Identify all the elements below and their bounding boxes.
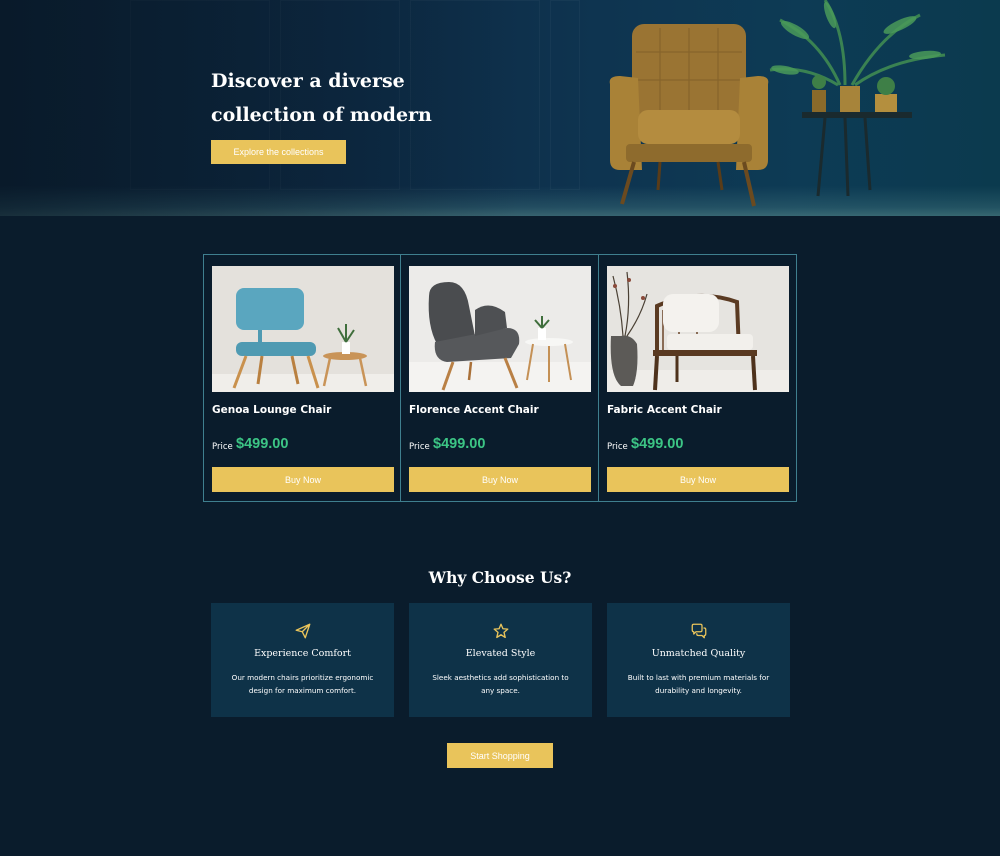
start-shopping-button[interactable]: Start Shopping bbox=[447, 743, 553, 768]
hero-title-line1: Discover a diverse bbox=[211, 70, 405, 92]
chat-bubbles-icon bbox=[691, 623, 706, 639]
buy-now-button[interactable]: Buy Now bbox=[212, 467, 394, 492]
explore-collections-button[interactable]: Explore the collections bbox=[211, 140, 346, 164]
star-icon bbox=[493, 623, 508, 639]
product-card: Florence Accent Chair Price $499.00 Buy … bbox=[401, 254, 599, 502]
feature-title: Elevated Style bbox=[465, 648, 536, 659]
product-card: Fabric Accent Chair Price $499.00 Buy No… bbox=[599, 254, 797, 502]
buy-now-button[interactable]: Buy Now bbox=[409, 467, 591, 492]
product-grid: Genoa Lounge Chair Price $499.00 Buy Now bbox=[203, 254, 797, 502]
price-label: Price bbox=[607, 442, 628, 452]
armchair-plant-illustration bbox=[609, 0, 946, 207]
product-name[interactable]: Fabric Accent Chair bbox=[607, 404, 722, 416]
feature-description: Sleek aesthetics add sophistication to a… bbox=[432, 673, 569, 695]
product-price: $499.00 bbox=[236, 436, 289, 452]
feature-card-style: Elevated Style Sleek aesthetics add soph… bbox=[409, 603, 592, 717]
product-price: $499.00 bbox=[433, 436, 486, 452]
feature-title: Unmatched Quality bbox=[651, 648, 746, 659]
product-image[interactable] bbox=[409, 266, 591, 392]
price-label: Price bbox=[212, 442, 233, 452]
product-name[interactable]: Florence Accent Chair bbox=[409, 404, 539, 416]
buy-now-button[interactable]: Buy Now bbox=[607, 467, 789, 492]
product-image[interactable] bbox=[212, 266, 394, 392]
feature-card-quality: Unmatched Quality Built to last with pre… bbox=[607, 603, 790, 717]
feature-description: Built to last with premium materials for… bbox=[627, 673, 770, 695]
product-price: $499.00 bbox=[631, 436, 684, 452]
feature-card-comfort: Experience Comfort Our modern chairs pri… bbox=[211, 603, 394, 717]
feature-description: Our modern chairs prioritize ergonomic d… bbox=[231, 673, 374, 695]
feature-title: Experience Comfort bbox=[254, 648, 351, 659]
hero-banner: Discover a diverse collection of modern … bbox=[0, 0, 1000, 216]
product-image[interactable] bbox=[607, 266, 789, 392]
price-label: Price bbox=[409, 442, 430, 452]
product-card: Genoa Lounge Chair Price $499.00 Buy Now bbox=[203, 254, 401, 502]
product-name[interactable]: Genoa Lounge Chair bbox=[212, 404, 331, 416]
paper-plane-icon bbox=[295, 623, 310, 639]
why-choose-us-title: Why Choose Us? bbox=[428, 568, 572, 587]
